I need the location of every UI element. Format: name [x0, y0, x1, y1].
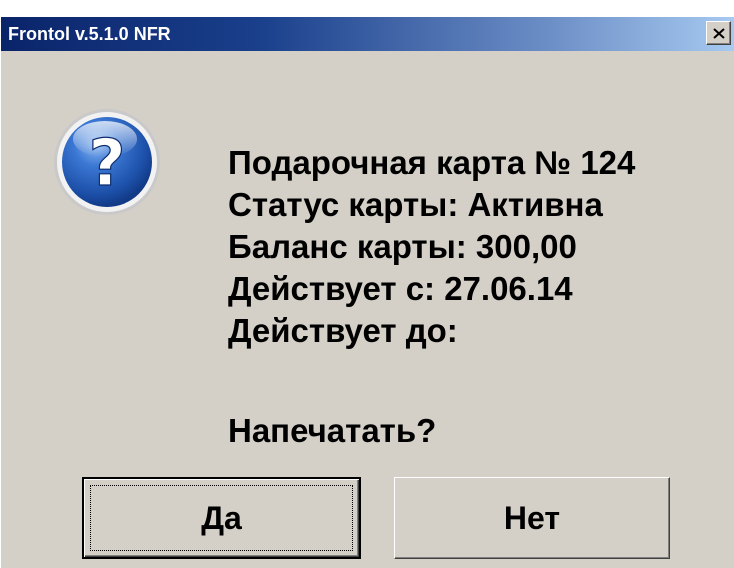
- yes-button-label: Да: [201, 499, 242, 536]
- card-number-line: Подарочная карта № 124: [228, 144, 636, 181]
- no-button-label: Нет: [503, 499, 561, 536]
- window-title: Frontol v.5.1.0 NFR: [8, 24, 171, 44]
- close-button[interactable]: [706, 21, 731, 45]
- close-icon: [712, 27, 725, 39]
- card-info-message: Подарочная карта № 124 Статус карты: Акт…: [228, 142, 635, 352]
- valid-to-line: Действует до:: [228, 312, 458, 349]
- no-button[interactable]: Нет: [394, 477, 670, 559]
- svg-text:?: ?: [88, 127, 125, 201]
- card-status-line: Статус карты: Активна: [228, 186, 603, 223]
- message-dialog: Frontol v.5.1.0 NFR ? Подарочная карта №…: [0, 16, 734, 568]
- yes-button[interactable]: Да: [82, 477, 361, 559]
- question-icon: ?: [54, 109, 160, 215]
- valid-from-line: Действует с: 27.06.14: [228, 270, 573, 307]
- card-balance-line: Баланс карты: 300,00: [228, 228, 577, 265]
- print-prompt: Напечатать?: [228, 412, 437, 449]
- title-bar[interactable]: Frontol v.5.1.0 NFR: [1, 17, 734, 51]
